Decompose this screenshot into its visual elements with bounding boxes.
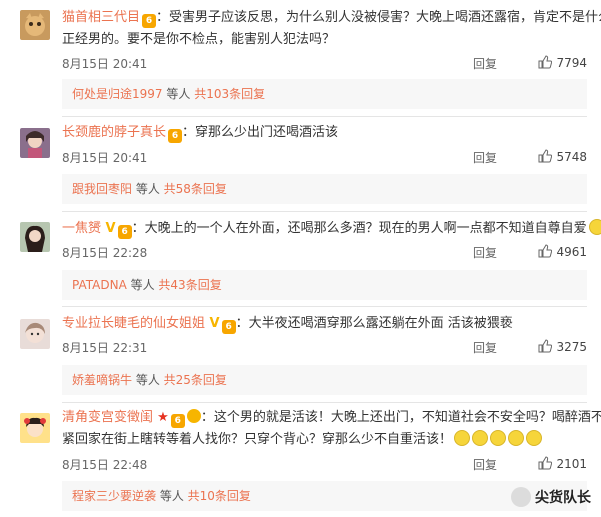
reply-username[interactable]: PATADNA bbox=[72, 278, 127, 292]
laugh-emoji-icon bbox=[508, 430, 525, 446]
comment-body: ：大半夜还喝酒穿那么露还躺在外面 活该被猥亵 bbox=[235, 316, 513, 331]
reply-button[interactable]: 回复 bbox=[473, 244, 497, 261]
like-button[interactable]: 5748 bbox=[538, 149, 587, 164]
comment-text-continued: 紧回家在街上瞎转等着人找你？只穿个背心？穿那么少不自重活该！ bbox=[62, 429, 587, 451]
reply-summary[interactable]: PATADNA 等人 共43条回复 bbox=[62, 270, 587, 300]
like-count: 2101 bbox=[556, 457, 587, 471]
reply-mid: 等人 bbox=[132, 373, 164, 387]
divider bbox=[62, 116, 587, 117]
divider bbox=[62, 211, 587, 212]
comment-body-continued: 紧回家在街上瞎转等着人找你？只穿个背心？穿那么少不自重活该！ bbox=[62, 432, 453, 447]
like-count: 4961 bbox=[556, 245, 587, 259]
like-count: 5748 bbox=[556, 150, 587, 164]
star-icon: ★ bbox=[153, 410, 169, 425]
like-button[interactable]: 4961 bbox=[538, 244, 587, 259]
username-link[interactable]: 猫首相三代目 bbox=[62, 10, 140, 25]
reply-summary[interactable]: 跟我回枣阳 等人 共58条回复 bbox=[62, 174, 587, 204]
reply-summary[interactable]: 程家三少要逆袭 等人 共10条回复 bbox=[62, 481, 587, 511]
reply-count-link[interactable]: 共25条回复 bbox=[164, 373, 227, 387]
comment-meta: 8月15日 22:28 回复 4961 bbox=[62, 244, 587, 262]
comment-meta: 8月15日 20:41 回复 7794 bbox=[62, 55, 587, 73]
cat-emoji-icon bbox=[472, 430, 489, 446]
reply-summary[interactable]: 娇羞嘀锅牛 等人 共25条回复 bbox=[62, 365, 587, 395]
smile-emoji-icon bbox=[588, 219, 601, 235]
cat-emoji-icon bbox=[454, 430, 471, 446]
like-count: 7794 bbox=[556, 56, 587, 70]
reply-count-link[interactable]: 共10条回复 bbox=[188, 489, 251, 503]
comment-date: 8月15日 20:41 bbox=[62, 57, 148, 71]
reply-button[interactable]: 回复 bbox=[473, 149, 497, 166]
reply-count-link[interactable]: 共103条回复 bbox=[194, 87, 265, 101]
reply-button[interactable]: 回复 bbox=[473, 456, 497, 473]
comment-text: 猫首相三代目 6 ：受害男子应该反思，为什么别人没被侵害？大晚上喝酒还露宿，肯定不是… bbox=[62, 7, 601, 29]
comment-date: 8月15日 22:48 bbox=[62, 458, 148, 472]
thumbs-up-icon bbox=[538, 456, 553, 470]
comment-meta: 8月15日 22:48 回复 2101 bbox=[62, 456, 587, 474]
comment-text: 清角变宫变徵闺 ★ 6 ：这个男的就是活该！大晚上还出门，不知道社会不安全吗？喝醉酒… bbox=[62, 407, 601, 429]
reply-username[interactable]: 何处是归途1997 bbox=[72, 87, 163, 101]
reply-username[interactable]: 程家三少要逆袭 bbox=[72, 489, 156, 503]
reply-username[interactable]: 跟我回枣阳 bbox=[72, 182, 132, 196]
avatar[interactable] bbox=[20, 413, 50, 443]
comment-body: ：这个男的就是活该！大晚上还出门，不知道社会不安全吗？喝醉酒不赶 bbox=[200, 410, 601, 425]
thumbs-up-icon bbox=[538, 339, 553, 353]
cat-emoji-icon bbox=[490, 430, 507, 446]
comment-body: ：穿那么少出门还喝酒活该 bbox=[182, 125, 339, 140]
comment-date: 8月15日 22:28 bbox=[62, 246, 148, 260]
vip-icon: 6 bbox=[117, 225, 132, 239]
watermark: 尖货队长 bbox=[511, 487, 591, 507]
divider bbox=[62, 402, 587, 403]
comment-date: 8月15日 20:41 bbox=[62, 151, 148, 165]
reply-mid: 等人 bbox=[126, 278, 159, 292]
username-link[interactable]: 专业拉长睫毛的仙女姐姐 bbox=[62, 316, 205, 331]
reply-mid: 等人 bbox=[132, 182, 164, 196]
comment-meta: 8月15日 22:31 回复 3275 bbox=[62, 339, 587, 357]
username-link[interactable]: 清角变宫变徵闺 bbox=[62, 410, 153, 425]
reply-button[interactable]: 回复 bbox=[473, 55, 497, 72]
v-icon: V bbox=[205, 316, 220, 331]
comment-date: 8月15日 22:31 bbox=[62, 341, 148, 355]
vip-icon: 6 bbox=[221, 320, 236, 334]
avatar[interactable] bbox=[20, 10, 50, 40]
reply-mid: 等人 bbox=[156, 489, 188, 503]
thumbs-up-icon bbox=[538, 149, 553, 163]
reply-username[interactable]: 娇羞嘀锅牛 bbox=[72, 373, 132, 387]
comment-text: 一焦赟 V 6 ：大晚上的一个人在外面，还喝那么多酒？现在的男人啊一点都不知道自尊自… bbox=[62, 218, 601, 240]
vip-icon: 6 bbox=[168, 129, 183, 143]
thumbs-up-icon bbox=[538, 55, 553, 69]
like-button[interactable]: 3275 bbox=[538, 339, 587, 354]
avatar[interactable] bbox=[20, 222, 50, 252]
comment-text: 长颈鹿的脖子真长 6 ：穿那么少出门还喝酒活该 bbox=[62, 122, 587, 144]
avatar[interactable] bbox=[20, 319, 50, 349]
wechat-logo-icon bbox=[511, 487, 531, 507]
reply-count-link[interactable]: 共43条回复 bbox=[158, 278, 221, 292]
v-icon: V bbox=[101, 221, 116, 236]
reply-count-link[interactable]: 共58条回复 bbox=[164, 182, 227, 196]
avatar[interactable] bbox=[20, 128, 50, 158]
smile-emoji-icon bbox=[526, 430, 543, 446]
like-button[interactable]: 2101 bbox=[538, 456, 587, 471]
thumbs-up-icon bbox=[538, 244, 553, 258]
reply-button[interactable]: 回复 bbox=[473, 339, 497, 356]
watermark-text: 尖货队长 bbox=[535, 490, 591, 506]
reply-mid: 等人 bbox=[162, 87, 195, 101]
reply-summary[interactable]: 何处是归途1997 等人 共103条回复 bbox=[62, 79, 587, 109]
comment-text-continued: 正经男的。要不是你不检点，能害别人犯法吗？ bbox=[62, 32, 336, 47]
comment-body: ：受害男子应该反思，为什么别人没被侵害？大晚上喝酒还露宿，肯定不是什么 bbox=[156, 10, 601, 25]
username-link[interactable]: 一焦赟 bbox=[62, 221, 101, 236]
vip-icon: 6 bbox=[142, 14, 157, 28]
comment-meta: 8月15日 20:41 回复 5748 bbox=[62, 149, 587, 167]
like-count: 3275 bbox=[556, 340, 587, 354]
like-button[interactable]: 7794 bbox=[538, 55, 587, 70]
comment-text: 专业拉长睫毛的仙女姐姐 V 6 ：大半夜还喝酒穿那么露还躺在外面 活该被猥亵 bbox=[62, 313, 587, 335]
username-link[interactable]: 长颈鹿的脖子真长 bbox=[62, 125, 166, 140]
vip-icon: 6 bbox=[170, 414, 185, 428]
divider bbox=[62, 306, 587, 307]
comment-body: ：大晚上的一个人在外面，还喝那么多酒？现在的男人啊一点都不知道自尊自爱 bbox=[131, 221, 587, 236]
balloon-icon bbox=[186, 409, 201, 423]
